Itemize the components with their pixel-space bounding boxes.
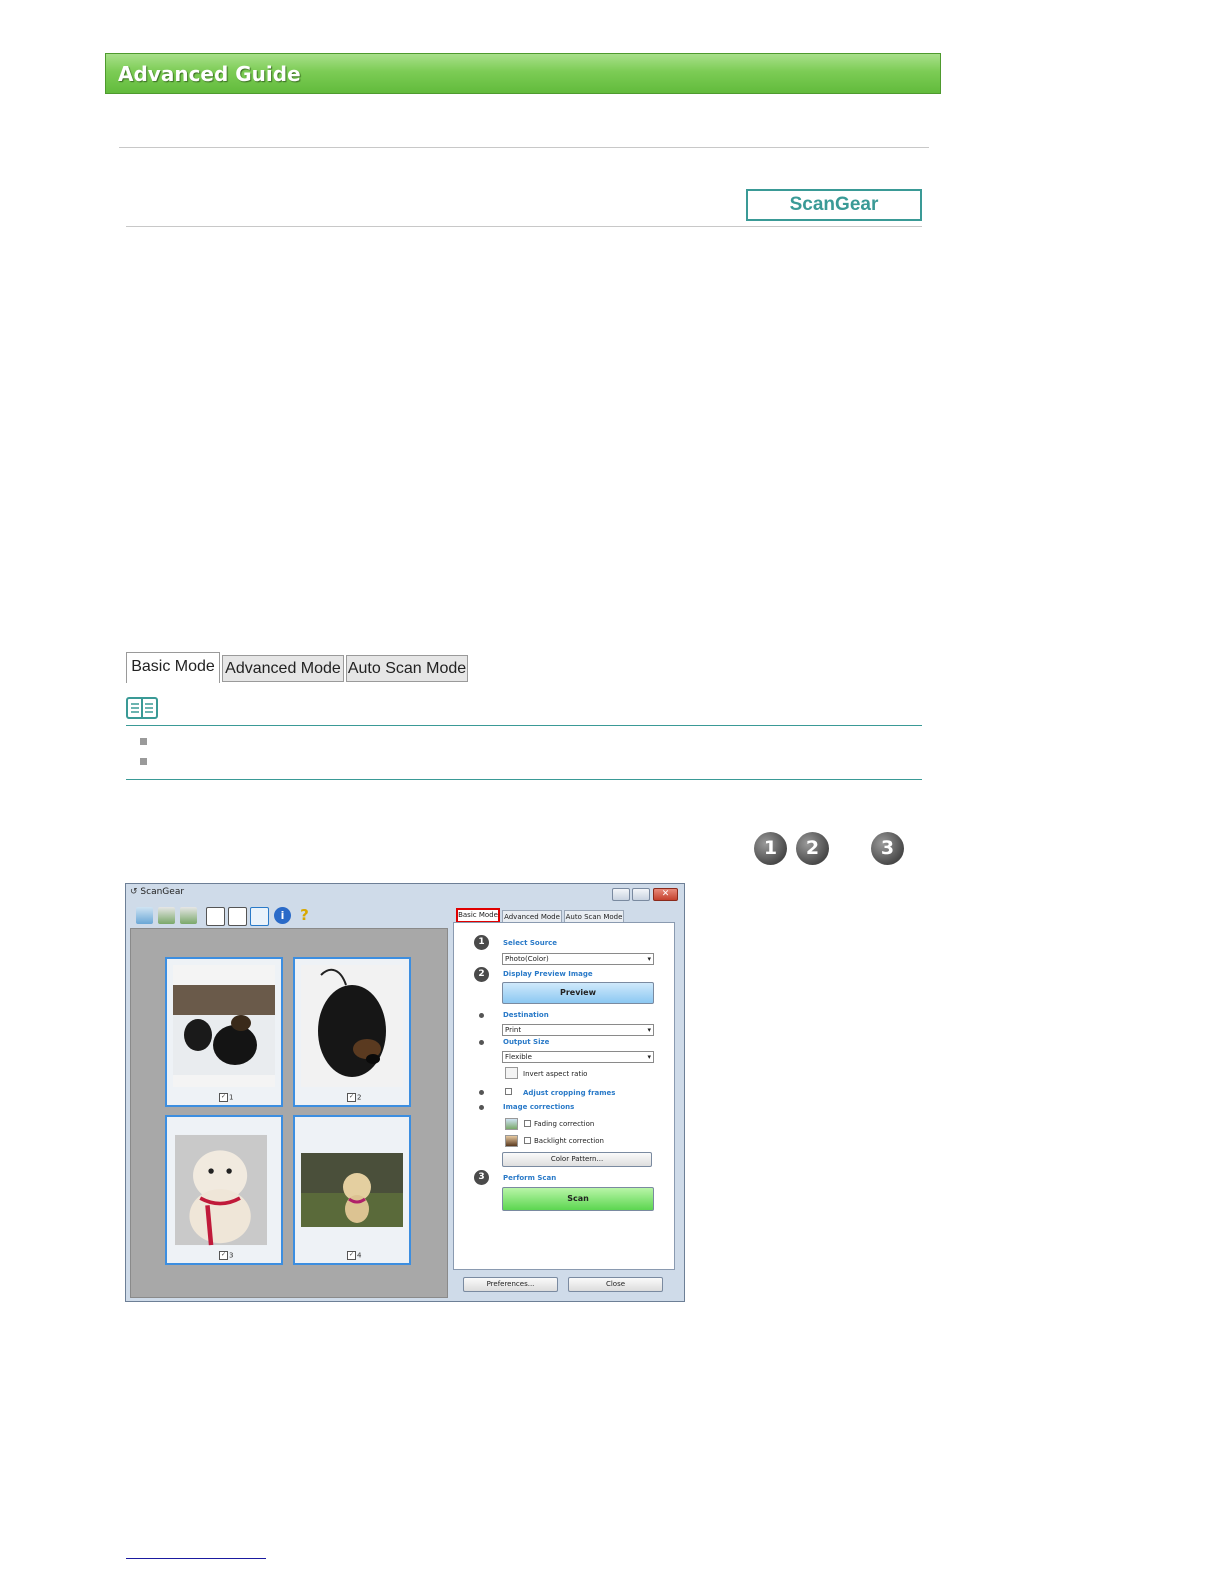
step-1-icon: 1 (754, 832, 787, 865)
section-divider (126, 226, 922, 227)
output-size-select[interactable]: Flexible (502, 1051, 654, 1063)
dogs-photo (173, 965, 275, 1087)
backlight-correction-checkbox[interactable] (524, 1137, 531, 1144)
help-icon[interactable]: ? (296, 907, 313, 924)
top-divider (119, 147, 929, 148)
adjust-cropping-checkbox[interactable] (505, 1088, 512, 1095)
fading-correction-label: Fading correction (534, 1120, 595, 1128)
adjust-cropping-label: Adjust cropping frames (523, 1089, 616, 1097)
note-book-icon (126, 697, 158, 719)
frame-checkbox[interactable]: ✓ 1 (219, 1093, 233, 1102)
toolbar: i ? (130, 904, 450, 928)
note-bullet (140, 758, 147, 765)
thumbnail-frame[interactable]: ✓ 1 (165, 957, 283, 1107)
dog-grass-photo (301, 1153, 403, 1227)
close-window-button[interactable]: ✕ (653, 888, 678, 901)
step-2-icon: 2 (474, 967, 489, 982)
rotate-left-icon[interactable] (158, 907, 175, 924)
invert-aspect-icon[interactable] (505, 1067, 518, 1079)
image-corrections-label: Image corrections (503, 1103, 575, 1111)
close-button[interactable]: Close (568, 1277, 663, 1292)
rotate-right-icon[interactable] (180, 907, 197, 924)
destination-label: Destination (503, 1011, 549, 1019)
window-title: ↺ ScanGear (130, 887, 184, 897)
step-2-icon: 2 (796, 832, 829, 865)
display-preview-label: Display Preview Image (503, 970, 593, 978)
preview-button[interactable]: Preview (502, 982, 654, 1004)
info-icon[interactable]: i (274, 907, 291, 924)
thumbnail-frame[interactable]: ✓ 4 (293, 1115, 411, 1265)
note-top-rule (126, 725, 922, 726)
step-3-icon: 3 (871, 832, 904, 865)
note-bullet (140, 738, 147, 745)
scan-photo-icon[interactable] (136, 907, 153, 924)
panel-tab-basic-mode[interactable]: Basic Mode (456, 908, 500, 923)
window-title-text: ScanGear (140, 887, 185, 897)
bullet-dot (479, 1090, 484, 1095)
scan-button[interactable]: Scan (502, 1187, 654, 1211)
bullet-dot (479, 1105, 484, 1110)
color-pattern-button[interactable]: Color Pattern... (502, 1152, 652, 1167)
fading-correction-icon (505, 1118, 518, 1130)
note-bottom-rule (126, 779, 922, 780)
guide-header: Advanced Guide (105, 53, 941, 94)
scangear-logo-icon: ↺ (130, 887, 138, 897)
scangear-window: ↺ ScanGear ✕ i ? ✓ 1 ✓ 2 ✓ 3 ✓ 4 Basic M… (125, 883, 685, 1302)
output-size-label: Output Size (503, 1038, 550, 1046)
whole-image-icon[interactable] (250, 907, 269, 926)
backlight-correction-label: Backlight correction (534, 1137, 604, 1145)
tab-auto-scan-mode[interactable]: Auto Scan Mode (346, 655, 468, 682)
backlight-correction-icon (505, 1135, 518, 1147)
bullet-dot (479, 1013, 484, 1018)
fading-correction-checkbox[interactable] (524, 1120, 531, 1127)
invert-aspect-label: Invert aspect ratio (523, 1070, 588, 1078)
guide-title: Advanced Guide (118, 62, 301, 86)
labrador-photo (175, 1134, 267, 1246)
tab-advanced-mode[interactable]: Advanced Mode (222, 655, 344, 682)
select-all-frames-icon[interactable] (206, 907, 225, 926)
preview-area[interactable]: ✓ 1 ✓ 2 ✓ 3 ✓ 4 (130, 928, 448, 1298)
scangear-badge: ScanGear (746, 189, 922, 221)
bullet-dot (479, 1040, 484, 1045)
step-3-icon: 3 (474, 1170, 489, 1185)
minimize-button[interactable] (612, 888, 630, 901)
thumbnail-view-icon[interactable] (228, 907, 247, 926)
tab-basic-mode[interactable]: Basic Mode (126, 652, 220, 683)
destination-select[interactable]: Print (502, 1024, 654, 1036)
perform-scan-label: Perform Scan (503, 1174, 557, 1182)
frame-checkbox[interactable]: ✓ 2 (347, 1093, 361, 1102)
source-select[interactable]: Photo(Color) (502, 953, 654, 965)
footer-link-rule (126, 1558, 266, 1559)
maximize-button[interactable] (632, 888, 650, 901)
preferences-button[interactable]: Preferences... (463, 1277, 558, 1292)
thumbnail-frame[interactable]: ✓ 2 (293, 957, 411, 1107)
frame-checkbox[interactable]: ✓ 3 (219, 1251, 233, 1260)
dog-portrait-photo (301, 965, 403, 1087)
thumbnail-frame[interactable]: ✓ 3 (165, 1115, 283, 1265)
step-1-icon: 1 (474, 935, 489, 950)
select-source-label: Select Source (503, 939, 558, 947)
frame-checkbox[interactable]: ✓ 4 (347, 1251, 361, 1260)
